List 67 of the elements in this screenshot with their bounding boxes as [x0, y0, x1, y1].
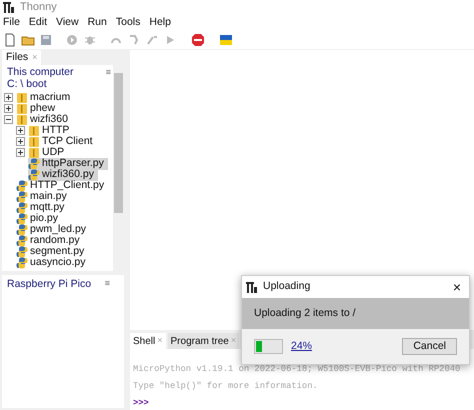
- panel-tab[interactable]: Shell ×: [130, 333, 166, 349]
- tree-item[interactable]: phew: [16, 102, 60, 114]
- tree-item[interactable]: main.py: [16, 190, 71, 202]
- tree-item[interactable]: UDP: [28, 146, 68, 158]
- stop-icon[interactable]: [191, 33, 205, 47]
- device-title: Raspberry Pi Pico: [7, 277, 92, 292]
- collapse-icon[interactable]: [4, 115, 13, 124]
- panel-tab[interactable]: Program tree ×: [168, 333, 240, 349]
- files-tab[interactable]: Files ×: [2, 50, 42, 65]
- panel-menu-icon[interactable]: ≡: [106, 66, 111, 78]
- menu-item[interactable]: Edit: [28, 15, 48, 31]
- python-file-icon: [28, 158, 40, 170]
- close-button[interactable]: ×: [448, 280, 465, 294]
- logo-icon: [3, 2, 15, 13]
- tree-item[interactable]: TCP Client: [28, 136, 97, 148]
- folder-icon: [28, 124, 40, 136]
- panel-menu-icon[interactable]: ≡: [104, 277, 110, 293]
- upload-message: Uploading 2 items to /: [254, 306, 356, 321]
- save-icon[interactable]: [39, 33, 53, 47]
- window-title: Thonny: [20, 0, 57, 16]
- menu-item[interactable]: Tools: [116, 15, 140, 31]
- python-file-icon: [28, 168, 40, 180]
- folder-icon: [16, 102, 28, 114]
- expand-icon[interactable]: [16, 148, 25, 157]
- python-file-icon: [16, 202, 28, 214]
- folder-icon: [16, 92, 28, 104]
- menu-item[interactable]: File: [3, 15, 20, 31]
- tree-item[interactable]: httpParser.py: [28, 158, 108, 170]
- tree-item[interactable]: macrium: [16, 92, 74, 104]
- tree-item[interactable]: HTTP_Client.py: [16, 180, 108, 192]
- tree-item[interactable]: wizfi360.py: [28, 168, 98, 180]
- folder-icon: [16, 114, 28, 126]
- folder-icon: [28, 136, 40, 148]
- python-file-icon: [16, 212, 28, 224]
- python-file-icon: [16, 256, 28, 268]
- tree-item[interactable]: segment.py: [16, 246, 88, 258]
- tree-item[interactable]: mqtt.py: [16, 202, 68, 214]
- expand-icon[interactable]: [4, 104, 13, 113]
- python-file-icon: [16, 180, 28, 192]
- expand-icon[interactable]: [4, 93, 13, 102]
- expand-icon[interactable]: [16, 137, 25, 146]
- menu-item[interactable]: Help: [149, 15, 171, 31]
- python-file-icon: [16, 234, 28, 246]
- tree-item[interactable]: pio.py: [16, 212, 62, 224]
- location-path: C: \ boot: [6, 78, 48, 90]
- tree-item[interactable]: wizfi360: [16, 114, 72, 126]
- shell-output: Type "help()" for more information.: [133, 380, 319, 393]
- menu-item[interactable]: Run: [88, 15, 107, 31]
- expand-icon[interactable]: [16, 126, 25, 135]
- location-title: This computer: [7, 66, 74, 78]
- logo-icon: [246, 282, 258, 292]
- shell-prompt: >>>: [133, 397, 150, 410]
- cancel-button[interactable]: Cancel: [402, 338, 457, 355]
- folder-icon: [28, 146, 40, 158]
- new-file-icon[interactable]: [3, 33, 17, 47]
- progress-percent[interactable]: 24%: [291, 338, 394, 354]
- python-file-icon: [16, 190, 28, 202]
- menu-item[interactable]: View: [56, 15, 79, 31]
- dialog-title: Uploading: [263, 279, 312, 294]
- flag-icon[interactable]: [219, 33, 233, 47]
- tree-item[interactable]: random.py: [16, 234, 84, 246]
- shell-output: MicroPython v1.19.1 on 2022-06-18; W5100S-EVB-Pico with RP2040: [133, 363, 462, 376]
- tree-item[interactable]: pwm_led.py: [16, 224, 90, 236]
- python-file-icon: [16, 224, 28, 236]
- python-file-icon: [16, 246, 28, 258]
- tree-item[interactable]: HTTP: [28, 124, 74, 136]
- tree-item[interactable]: uasyncio.py: [16, 256, 90, 268]
